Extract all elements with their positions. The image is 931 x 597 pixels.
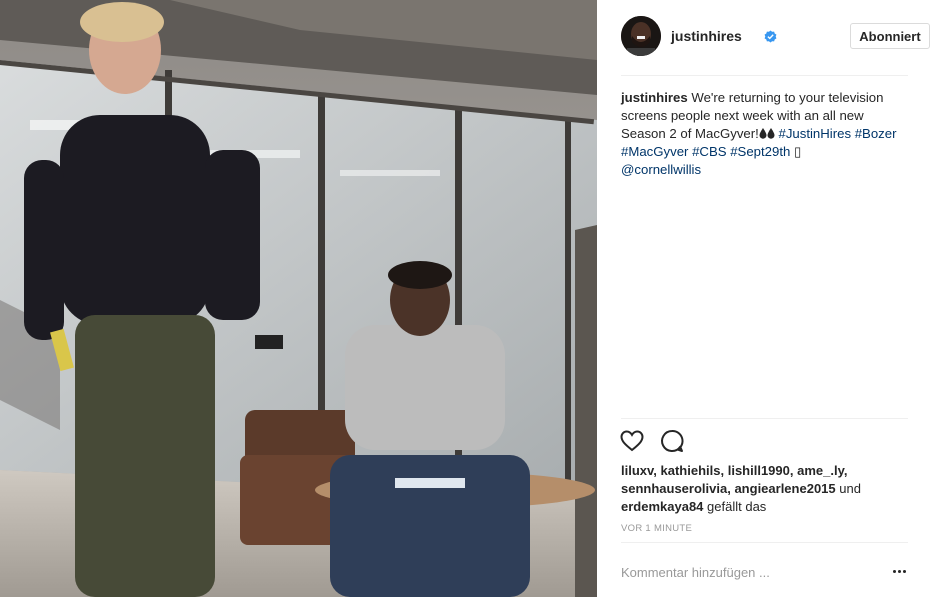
post-sidebar: justinhires Abonniert justinhires We're … xyxy=(597,0,931,597)
like-user-link[interactable]: kathiehils xyxy=(661,463,721,478)
post-timestamp[interactable]: VOR 1 MINUTE xyxy=(621,523,692,534)
ellipsis-icon[interactable] xyxy=(893,566,907,578)
like-user-link[interactable]: lishill1990 xyxy=(728,463,790,478)
likes-summary: liluxv, kathiehils, lishill1990, ame_.ly… xyxy=(621,463,861,514)
divider xyxy=(621,75,908,76)
caption-username[interactable]: justinhires xyxy=(621,90,688,105)
hashtag-link[interactable]: #Sept29th xyxy=(730,144,790,159)
hashtag-link[interactable]: #Bozer xyxy=(855,126,897,141)
username[interactable]: justinhires xyxy=(671,28,742,44)
hashtag-link[interactable]: #JustinHires xyxy=(778,126,851,141)
like-user-link[interactable]: ame_.ly xyxy=(797,463,844,478)
comment-input[interactable] xyxy=(621,562,871,582)
likes-and-word: und xyxy=(839,481,861,496)
post-caption: justinhires We're returning to your tele… xyxy=(621,89,908,179)
avatar[interactable] xyxy=(621,16,661,56)
post-photo[interactable] xyxy=(0,0,597,597)
heart-icon[interactable] xyxy=(619,428,645,454)
like-user-link[interactable]: erdemkaya84 xyxy=(621,499,703,514)
verified-badge-icon xyxy=(764,30,777,43)
divider xyxy=(621,418,908,419)
avatar-image xyxy=(621,16,661,56)
mention-link[interactable]: @cornellwillis xyxy=(621,162,701,177)
box-glyph-icon: ▯ xyxy=(794,144,802,159)
post-header: justinhires Abonniert xyxy=(621,16,930,60)
likes-suffix: gefällt das xyxy=(707,499,767,514)
hashtag-link[interactable]: #MacGyver xyxy=(621,144,688,159)
comment-icon[interactable] xyxy=(659,428,685,454)
hashtag-link[interactable]: #CBS xyxy=(692,144,726,159)
photo-illustration xyxy=(0,0,597,597)
following-button[interactable]: Abonniert xyxy=(850,23,930,49)
drop-icon xyxy=(767,128,775,139)
like-user-link[interactable]: liluxv xyxy=(621,463,653,478)
drop-icon xyxy=(759,128,767,139)
divider xyxy=(621,542,908,543)
like-user-link[interactable]: angiearlene2015 xyxy=(734,481,835,496)
like-user-link[interactable]: sennhauserolivia xyxy=(621,481,727,496)
